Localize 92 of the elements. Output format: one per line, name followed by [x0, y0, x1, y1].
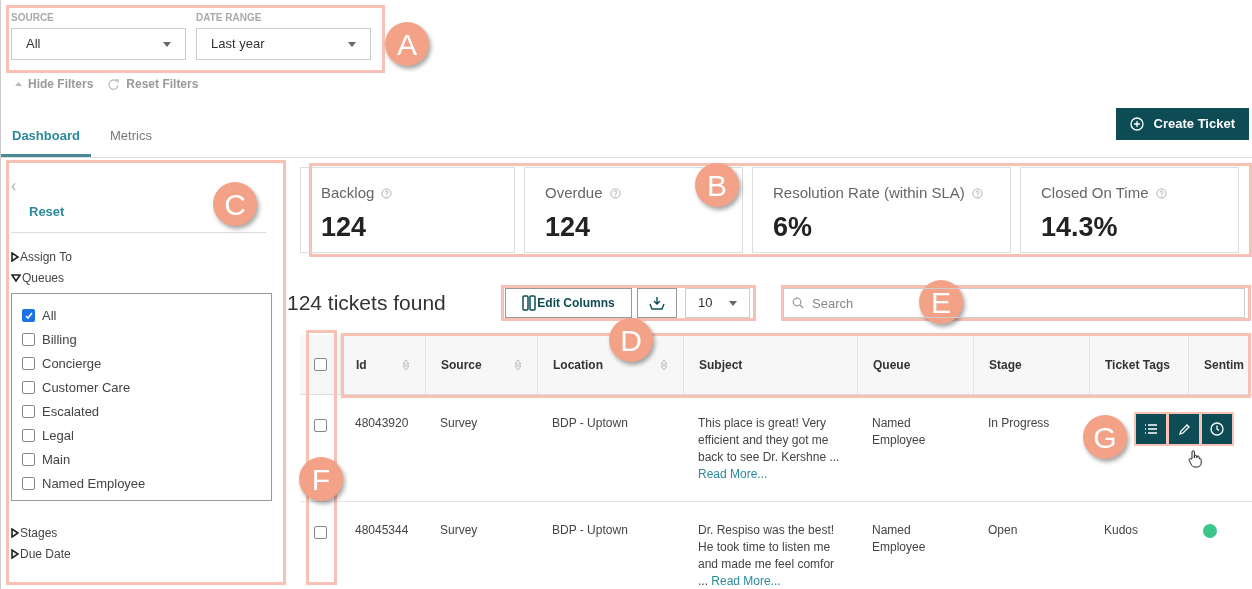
table-cell: BDP - Uptown [552, 523, 628, 537]
table-cell: Survey [440, 523, 478, 537]
read-more-link[interactable]: Read More... [698, 467, 768, 481]
checkbox[interactable] [22, 405, 35, 418]
help-icon[interactable] [381, 187, 393, 199]
column-header[interactable]: Stage [989, 355, 1022, 374]
caret-icon [729, 300, 737, 306]
option-label[interactable]: Main [42, 449, 71, 470]
table-cell: Survey [440, 416, 478, 430]
option-label[interactable]: Billing [42, 329, 77, 350]
metric-label: Resolution Rate (within SLA) [773, 183, 965, 203]
callout-badge: A [385, 22, 429, 66]
metric-value: 124 [321, 210, 368, 244]
checkbox[interactable] [22, 357, 35, 370]
table-cell: Open [988, 523, 1018, 537]
table-cell: Kudos [1104, 523, 1139, 537]
columns-icon [522, 295, 537, 311]
table-cell: 48045344 [355, 523, 409, 537]
metric-value: 6% [773, 210, 814, 244]
checkbox[interactable] [313, 526, 327, 539]
checkbox[interactable] [313, 358, 327, 371]
caret-icon [163, 41, 171, 47]
tab[interactable]: Dashboard [1, 117, 91, 157]
checkbox[interactable] [22, 309, 35, 322]
option-label[interactable]: Customer Care [42, 377, 131, 398]
clock-icon [1210, 422, 1224, 436]
filter-section-header[interactable]: Queues [11, 267, 276, 289]
ticket-subject: This place is great! Very efficient and they got me back to see Dr. Kershne ... Read More... [698, 415, 841, 483]
list-icon [1144, 423, 1158, 435]
checkbox[interactable] [22, 477, 35, 490]
page-size-dropdown[interactable]: 10 [685, 288, 750, 318]
checkbox[interactable] [313, 419, 327, 432]
edit-columns-button[interactable]: Edit Columns [505, 288, 632, 318]
option-label[interactable]: Legal [42, 425, 74, 446]
help-icon[interactable] [609, 187, 621, 199]
table-cell: 48043920 [355, 416, 409, 430]
results-count: 124 tickets found [287, 290, 447, 317]
callout-badge: C [213, 182, 257, 226]
metric-label: Backlog [321, 183, 375, 203]
list-button[interactable] [1136, 414, 1166, 444]
help-icon[interactable] [1155, 187, 1167, 199]
dropdown[interactable]: Last year [196, 28, 371, 60]
callout-badge: G [1083, 415, 1127, 459]
checkbox[interactable] [22, 453, 35, 466]
option-label[interactable]: All [42, 305, 57, 326]
create-ticket-button[interactable]: Create Ticket [1115, 108, 1249, 140]
reset-link[interactable]: Reset [29, 204, 65, 219]
filter-section-header[interactable]: Stages [11, 522, 276, 544]
option-label[interactable]: Concierge [42, 353, 102, 374]
filter-label: SOURCE [11, 11, 55, 25]
metric-label: Closed On Time [1041, 183, 1149, 203]
tab[interactable]: Metrics [99, 117, 163, 157]
callout-badge: E [919, 280, 963, 324]
option-label[interactable]: Escalated [42, 401, 100, 422]
table-cell: In Progress [988, 416, 1050, 430]
read-more-link[interactable]: Read More... [711, 574, 781, 588]
checkbox[interactable] [22, 381, 35, 394]
checkbox[interactable] [22, 333, 35, 346]
download-button[interactable] [637, 288, 677, 318]
column-header[interactable]: Subject [699, 355, 743, 374]
refresh-icon [107, 77, 121, 91]
callout-badge: B [695, 163, 739, 207]
pencil-icon [1177, 422, 1191, 436]
callout-badge: F [299, 457, 343, 501]
metric-value: 124 [545, 210, 592, 244]
ticket-subject: Dr. Respiso was the best! He took time to listen me and made me feel comfor ... Read More... [698, 522, 836, 589]
caret-icon [348, 41, 356, 47]
filter-section-header[interactable]: Due Date [11, 543, 276, 565]
checkbox[interactable] [22, 429, 35, 442]
plus-circle-icon [1129, 117, 1144, 131]
download-icon [649, 296, 665, 310]
column-header[interactable]: Source [441, 355, 482, 374]
column-header[interactable]: Location [553, 355, 603, 374]
clock-button[interactable] [1202, 414, 1232, 444]
table-cell: Named Employee [872, 416, 926, 447]
dropdown[interactable]: All [11, 28, 186, 60]
column-header[interactable]: Queue [873, 355, 911, 374]
filter-label: DATE RANGE [196, 11, 263, 25]
table-cell: BDP - Uptown [552, 416, 628, 430]
filter-section-header[interactable]: Assign To [11, 246, 276, 268]
column-header[interactable]: Id [356, 355, 367, 374]
search-icon [792, 297, 804, 309]
column-header[interactable]: Ticket Tags [1105, 355, 1170, 374]
pencil-button[interactable] [1169, 414, 1199, 444]
caret-up-icon [15, 82, 22, 86]
option-label[interactable]: Named Employee [42, 473, 146, 494]
column-header[interactable]: Sentim [1204, 355, 1244, 374]
help-icon[interactable] [971, 187, 983, 199]
table-cell: Named Employee [872, 523, 926, 554]
metric-value: 14.3% [1041, 210, 1119, 244]
metric-label: Overdue [545, 183, 603, 203]
hand-cursor-icon [1188, 450, 1202, 468]
